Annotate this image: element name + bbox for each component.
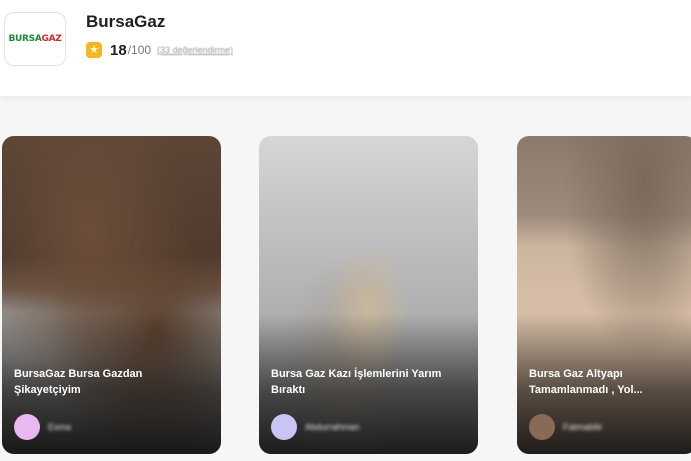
rating-row: ★ 18 /100 (33 değerlendirme) <box>86 40 233 60</box>
complaint-title[interactable]: Bursa Gaz Kazı İşlemlerini Yarım Bıraktı <box>271 366 468 398</box>
rating-max: /100 <box>127 43 152 57</box>
star-icon: ★ <box>86 42 102 58</box>
logo-text-part2: GAZ <box>41 34 62 44</box>
company-logo[interactable]: BURSAGAZ <box>4 12 66 66</box>
author-name: Fatmabilir <box>563 422 603 432</box>
avatar <box>271 414 297 440</box>
complaint-title[interactable]: BursaGaz Bursa Gazdan Şikayetçiyim <box>14 366 211 398</box>
complaint-card[interactable]: BursaGaz Bursa Gazdan Şikayetçiyim Esma <box>2 136 221 454</box>
complaint-card[interactable]: Bursa Gaz Kazı İşlemlerini Yarım Bıraktı… <box>259 136 478 454</box>
logo-text-part1: BURSA <box>8 34 42 44</box>
author-name: Esma <box>48 422 72 432</box>
company-name[interactable]: BursaGaz <box>86 12 165 32</box>
avatar <box>14 414 40 440</box>
rating-score: 18 <box>110 41 127 59</box>
author-row: Fatmabilir <box>529 414 603 440</box>
complaint-title[interactable]: Bursa Gaz Altyapı Tamamlanmadı , Yol... <box>529 366 687 398</box>
complaint-card[interactable]: Bursa Gaz Altyapı Tamamlanmadı , Yol... … <box>517 136 691 454</box>
company-header: BURSAGAZ BursaGaz ★ 18 /100 (33 değerlen… <box>0 0 691 96</box>
avatar <box>529 414 555 440</box>
review-count-link[interactable]: (33 değerlendirme) <box>157 45 233 55</box>
author-row: Esma <box>14 414 71 440</box>
author-name: Abdurrahman <box>305 422 360 432</box>
author-row: Abdurrahman <box>271 414 360 440</box>
